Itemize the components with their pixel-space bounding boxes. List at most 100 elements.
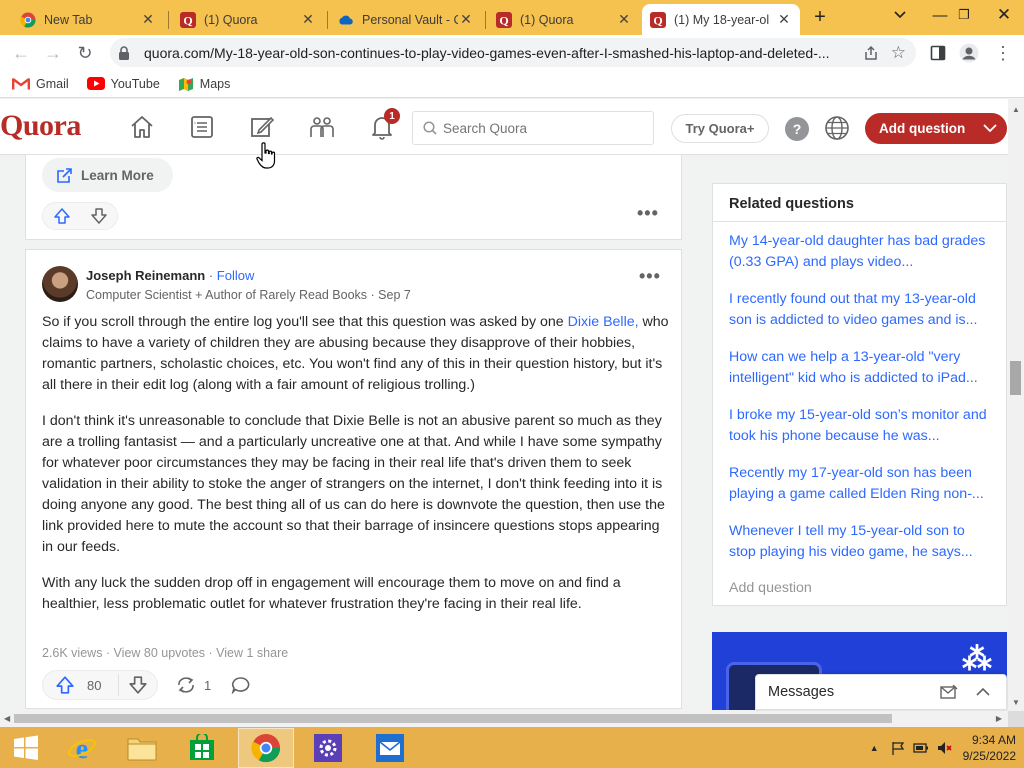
related-question-link[interactable]: Whenever I tell my 15-year-old son to st… [713,521,1006,571]
taskbar-chrome[interactable] [238,728,294,768]
scroll-thumb[interactable] [1010,361,1021,395]
upvote-button[interactable]: 80 [43,675,118,695]
related-questions-title: Related questions [713,184,1006,222]
window-close-button[interactable]: ✕ [984,0,1024,30]
answer-stats[interactable]: 2.6K views · View 80 upvotes · View 1 sh… [42,646,288,660]
close-icon[interactable]: ✕ [776,11,792,28]
answer-icon[interactable] [248,113,276,141]
taskbar-file-explorer[interactable] [116,728,168,768]
volume-muted-icon[interactable] [937,741,953,755]
comment-icon[interactable] [231,676,251,694]
url-text: quora.com/My-18-year-old-son-continues-t… [144,44,830,61]
taskbar-internet-explorer[interactable]: e [56,728,108,768]
related-question-link[interactable]: My 14-year-old daughter has bad grades (… [713,231,1006,281]
tab-strip: New Tab ✕ Q (1) Quora ✕ Personal Vault -… [0,0,1024,35]
scroll-left-icon[interactable]: ◀ [4,714,10,723]
scroll-down-icon[interactable]: ▼ [1012,698,1020,707]
dixie-belle-link[interactable]: Dixie Belle, [568,314,639,330]
compose-message-icon[interactable] [940,684,958,703]
power-icon[interactable] [912,741,929,755]
tab-search-icon[interactable] [880,0,920,30]
previous-answer-card: Learn More ••• [25,155,682,240]
tab-quora-1[interactable]: Q (1) Quora ✕ [172,4,324,35]
answer-card: Joseph Reinemann · Follow Computer Scien… [25,249,682,709]
follow-link[interactable]: Follow [217,268,255,283]
following-icon[interactable] [188,113,216,141]
learn-more-button[interactable]: Learn More [42,158,173,192]
new-tab-button[interactable]: + [802,2,838,32]
related-questions-panel: Related questions My 14-year-old daughte… [712,183,1007,606]
related-question-link[interactable]: I broke my 15-year-old son’s monitor and… [713,405,1006,455]
quora-icon: Q [496,11,512,28]
scroll-thumb[interactable] [14,714,892,723]
add-question-button[interactable]: Add question [865,113,1007,144]
tray-chevron-up-icon[interactable]: ▲ [870,743,879,753]
restore-button[interactable]: ❐ [944,0,984,30]
system-clock[interactable]: 9:34 AM 9/25/2022 [963,732,1016,764]
taskbar-store[interactable] [176,728,228,768]
share-icon[interactable] [863,45,879,61]
author-name[interactable]: Joseph Reinemann [86,268,205,283]
chevron-down-icon[interactable] [983,118,997,141]
close-icon[interactable]: ✕ [616,11,632,28]
action-center-flag-icon[interactable] [891,741,905,755]
bookmark-youtube[interactable]: YouTube [86,77,160,91]
close-icon[interactable]: ✕ [458,11,474,28]
home-icon[interactable] [128,113,156,141]
downvote-button[interactable] [117,674,157,696]
author-credential: Computer Scientist + Author of Rarely Re… [86,288,411,302]
profile-icon[interactable] [956,40,982,66]
learn-more-label: Learn More [81,167,154,183]
taskbar-settings[interactable] [302,728,354,768]
scroll-up-icon[interactable]: ▲ [1012,105,1020,114]
svg-text:Q: Q [183,13,192,27]
scroll-right-icon[interactable]: ▶ [996,714,1002,723]
answer-paragraph: With any luck the sudden drop off in eng… [42,575,621,612]
help-icon[interactable]: ? [785,117,809,141]
menu-icon[interactable]: ⋮ [990,40,1016,66]
close-icon[interactable]: ✕ [140,11,156,28]
tab-personal-vault[interactable]: Personal Vault - C ✕ [330,4,482,35]
address-bar[interactable]: quora.com/My-18-year-old-son-continues-t… [110,38,916,67]
forward-button[interactable]: → [40,40,66,66]
search-box[interactable] [412,111,654,145]
upvote-icon[interactable] [43,207,80,225]
back-button[interactable]: ← [8,40,34,66]
more-options-icon[interactable]: ••• [637,203,659,224]
tab-new-tab[interactable]: New Tab ✕ [12,4,164,35]
related-add-question-link[interactable]: Add question [729,580,812,596]
related-question-link[interactable]: I recently found out that my 13-year-old… [713,289,1006,339]
downvote-icon[interactable] [80,207,117,225]
share-button[interactable]: 1 [176,676,211,694]
tab-active-question[interactable]: Q (1) My 18-year-ol ✕ [642,4,800,35]
try-quora-plus-button[interactable]: Try Quora+ [671,114,769,143]
close-icon[interactable]: ✕ [300,11,316,28]
bookmark-star-icon[interactable]: ☆ [891,43,906,63]
quora-logo[interactable]: Quora [0,109,81,143]
tab-quora-2[interactable]: Q (1) Quora ✕ [488,4,640,35]
more-options-icon[interactable]: ••• [639,266,661,287]
quora-icon: Q [180,11,196,28]
answer-paragraph: I don't think it's unreasonable to concl… [42,413,665,555]
horizontal-scrollbar[interactable]: ◀ ▶ [0,711,1008,727]
chevron-up-icon[interactable] [976,685,990,703]
messages-panel[interactable]: Messages [755,674,1007,710]
answer-actions: 80 1 [42,670,251,700]
separator: · [208,268,214,283]
avatar[interactable] [42,266,78,302]
upvote-count: 80 [87,677,102,693]
tab-title: Personal Vault - C [362,12,458,27]
spaces-icon[interactable] [308,113,336,141]
language-globe-icon[interactable] [824,115,850,141]
vertical-scrollbar[interactable]: ▲ ▼ [1008,99,1024,711]
side-panel-icon[interactable] [925,40,951,66]
bookmark-maps[interactable]: Maps [178,76,230,92]
chrome-icon [251,733,281,763]
related-question-link[interactable]: How can we help a 13-year-old "very inte… [713,347,1006,397]
search-input[interactable] [443,120,643,136]
start-button[interactable] [0,728,52,768]
related-question-link[interactable]: Recently my 17-year-old son has been pla… [713,463,1006,513]
bookmark-gmail[interactable]: Gmail [12,77,69,91]
reload-button[interactable]: ↻ [72,40,98,66]
taskbar-mail[interactable] [364,728,416,768]
